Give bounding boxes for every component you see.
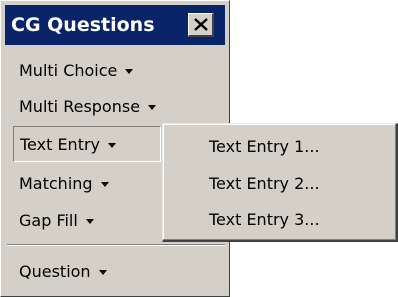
window-title: CG Questions xyxy=(11,14,155,36)
text-entry-label: Text Entry xyxy=(20,134,101,154)
multi-response-label: Multi Response xyxy=(19,96,141,116)
multi-response-button[interactable]: Multi Response xyxy=(13,88,157,124)
close-button[interactable] xyxy=(188,13,214,37)
text-entry-button[interactable]: Text Entry xyxy=(13,126,161,162)
dropdown-arrow-icon xyxy=(108,142,117,148)
multi-choice-label: Multi Choice xyxy=(19,60,118,80)
title-bar[interactable]: CG Questions xyxy=(5,5,225,45)
multi-choice-button[interactable]: Multi Choice xyxy=(13,52,134,88)
dropdown-arrow-icon xyxy=(100,181,109,187)
dropdown-arrow-icon xyxy=(125,68,134,74)
matching-label: Matching xyxy=(19,173,93,193)
gap-fill-button[interactable]: Gap Fill xyxy=(13,202,94,238)
gap-fill-label: Gap Fill xyxy=(19,210,78,230)
dropdown-arrow-icon xyxy=(98,269,107,275)
dropdown-arrow-icon xyxy=(85,218,94,224)
text-entry-submenu: Text Entry 1... Text Entry 2... Text Ent… xyxy=(162,123,398,242)
menu-item-text-entry-3[interactable]: Text Entry 3... xyxy=(209,206,320,234)
menu-item-text-entry-1[interactable]: Text Entry 1... xyxy=(209,133,320,161)
matching-button[interactable]: Matching xyxy=(13,165,109,201)
question-label: Question xyxy=(19,261,91,281)
menu-item-text-entry-2[interactable]: Text Entry 2... xyxy=(209,170,320,198)
separator xyxy=(7,244,225,246)
dropdown-arrow-icon xyxy=(148,104,157,110)
question-button[interactable]: Question xyxy=(13,253,107,289)
close-icon xyxy=(193,18,208,31)
